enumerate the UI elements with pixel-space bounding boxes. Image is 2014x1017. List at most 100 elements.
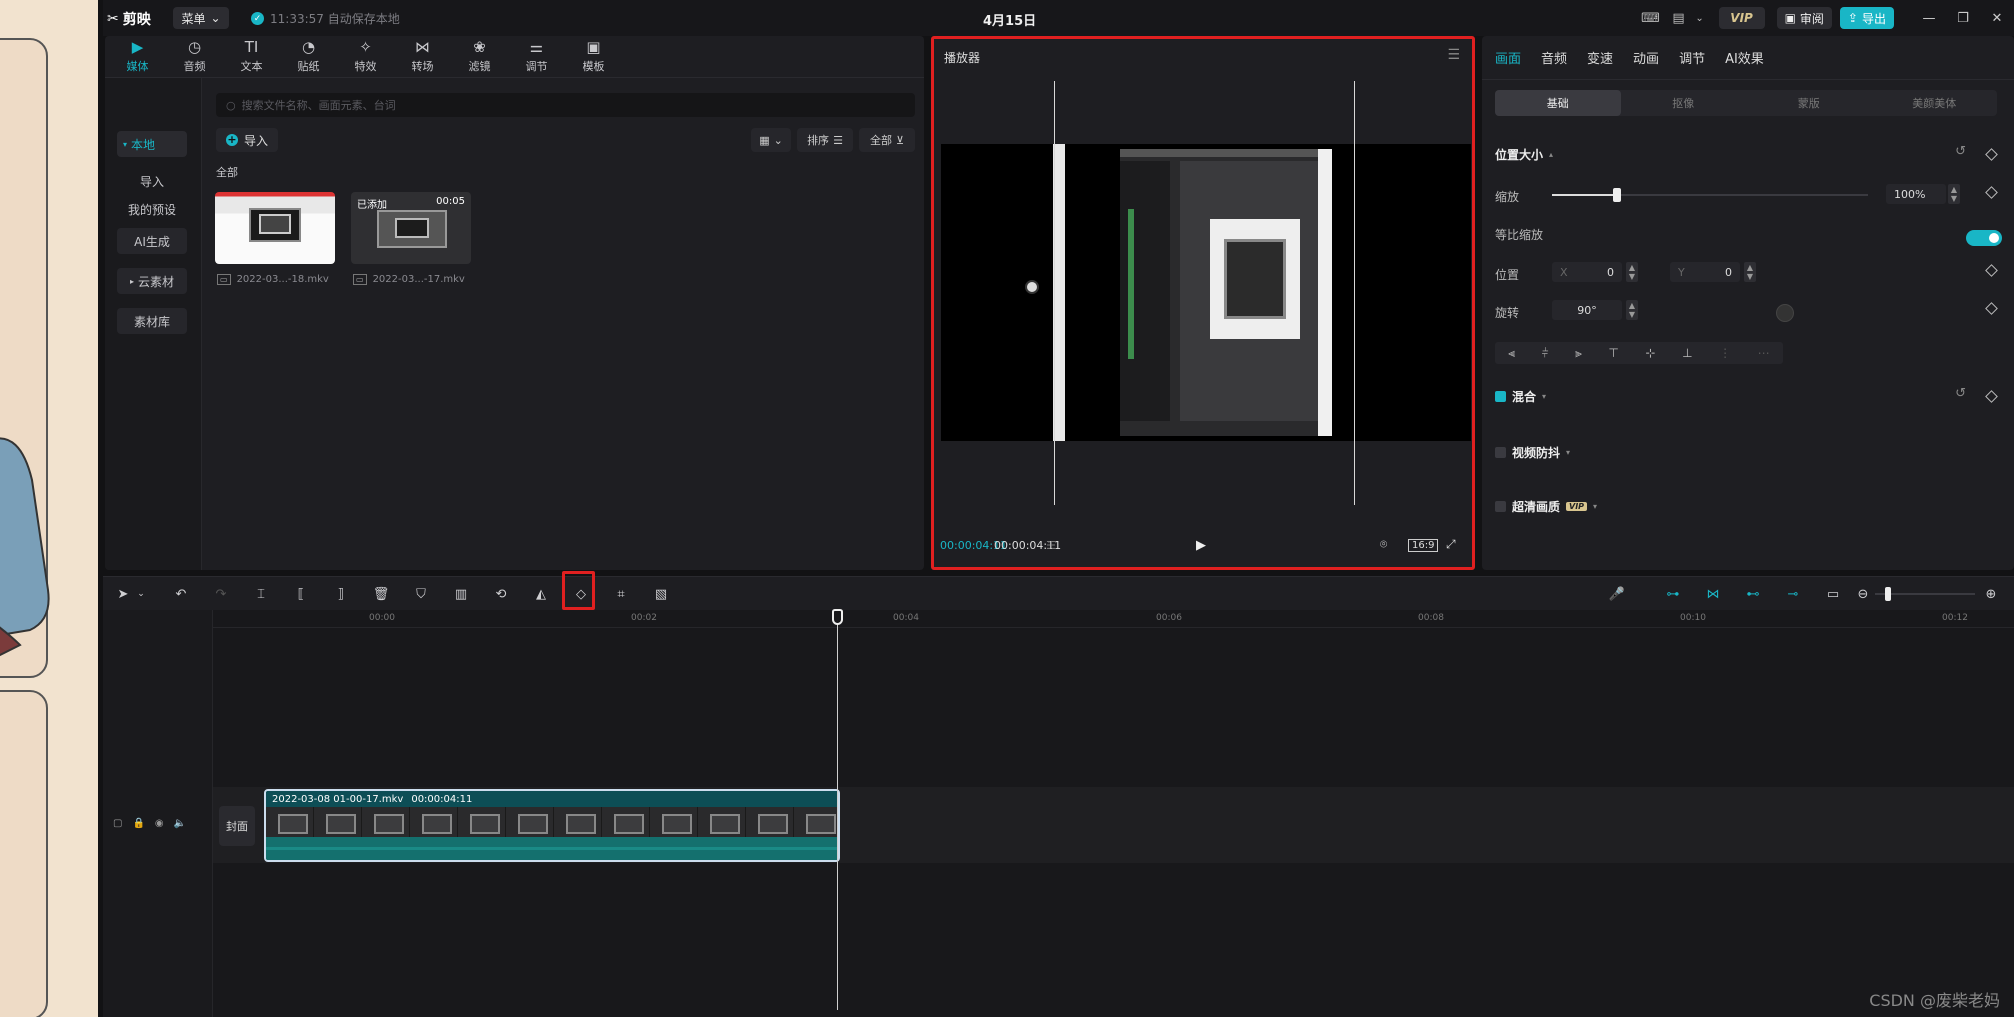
crop-icon[interactable]: ⌗ [611,585,631,603]
crop-guide-line[interactable] [1054,81,1055,505]
undo-icon[interactable]: ↶ [171,585,191,603]
subtab-mask[interactable]: 蒙版 [1746,90,1872,116]
align-right-icon[interactable]: ⫸ [1575,346,1582,361]
filter-button[interactable]: 全部 ⊻ [859,128,915,152]
scale-stepper[interactable]: ▲ ▼ [1948,184,1960,204]
tab-sticker[interactable]: ◔ 贴纸 [280,36,337,78]
align-top-icon[interactable]: ⊤ [1608,346,1618,360]
close-icon[interactable]: ✕ [1980,11,2014,26]
restore-icon[interactable]: ❐ [1946,11,1980,26]
section-position-size[interactable]: 位置大小 ▴ [1495,146,1553,163]
image-adjust-icon[interactable]: ▧ [651,585,671,603]
delete-icon[interactable]: 🗑 [371,585,391,603]
chevron-down-icon[interactable]: ⌄ [1693,7,1707,29]
align-bottom-icon[interactable]: ⊥ [1682,346,1692,360]
keyframe-icon[interactable] [1985,302,1998,315]
tab-transition[interactable]: ⋈ 转场 [394,36,451,78]
media-clip-thumbnail[interactable] [215,192,335,264]
preview-axis-icon[interactable]: ⊸ [1783,585,1803,603]
zoom-out-icon[interactable]: ⊖ [1853,585,1873,603]
split-left-icon[interactable]: ⟦ [291,585,311,603]
rotate-stepper[interactable]: ▲ ▼ [1626,300,1638,320]
sidebar-item-cloud[interactable]: ▸ 云素材 [117,268,187,294]
chevron-down-icon[interactable]: ⌄ [131,585,151,603]
sidebar-item-local[interactable]: ▾ 本地 [117,131,187,157]
search-input[interactable]: ○ 搜索文件名称、画面元素、台词 [216,93,915,117]
playhead[interactable] [837,610,838,1010]
rotate-handle-icon[interactable] [1025,280,1039,294]
track-toggle-icon[interactable]: ▢ [113,818,122,829]
mirror-icon[interactable]: ◭ [531,585,551,603]
section-blend[interactable]: 混合 ▾ [1495,388,1546,405]
position-y-input[interactable]: Y0 [1670,262,1740,282]
list-icon[interactable]: ☷ [1046,539,1056,552]
align-left-icon[interactable]: ⫷ [1508,346,1515,361]
linkage-icon[interactable]: ⊷ [1743,585,1763,603]
subtab-beauty[interactable]: 美颜美体 [1872,90,1998,116]
position-y-stepper[interactable]: ▲ ▼ [1744,262,1756,282]
import-button[interactable]: + 导入 [216,128,278,152]
auto-snap-icon[interactable]: ⋈ [1703,585,1723,603]
tab-text[interactable]: TI 文本 [223,36,280,78]
marker-icon[interactable]: ⛉ [411,585,431,603]
fullscreen-icon[interactable]: ⤢ [1446,537,1456,552]
layout-icon[interactable]: ▤ [1665,7,1693,29]
main-track-magnet-icon[interactable]: ⊶ [1663,585,1683,603]
keyframe-icon[interactable] [1985,390,1998,403]
section-hd[interactable]: 超清画质 VIP ▾ [1495,498,1597,515]
align-middle-icon[interactable]: ⊹ [1645,346,1655,360]
tab-animation[interactable]: 动画 [1633,48,1659,67]
keyboard-icon[interactable]: ⌨ [1637,7,1665,29]
keyframe-icon[interactable] [1985,148,1998,161]
playhead-handle[interactable] [832,609,843,625]
sidebar-item-import[interactable]: 导入 [117,168,187,194]
tab-effects[interactable]: ✧ 特效 [337,36,394,78]
tab-audio[interactable]: ◷ 音频 [166,36,223,78]
menu-button[interactable]: 菜单 ⌄ [173,7,229,29]
redo-icon[interactable]: ↷ [211,585,231,603]
scale-input[interactable]: 100% [1886,184,1946,204]
keyframe-icon[interactable] [1985,186,1998,199]
play-icon[interactable]: ▶ [1196,538,1206,553]
reverse-icon[interactable]: ⟲ [491,585,511,603]
uniform-scale-toggle[interactable] [1966,230,2002,246]
zoom-slider[interactable] [1875,587,1975,601]
checkbox[interactable] [1495,391,1506,402]
project-title[interactable]: 4月15日 [983,10,1036,29]
crop-guide-line[interactable] [1354,81,1355,505]
checkbox[interactable] [1495,447,1506,458]
reset-icon[interactable]: ↺ [1955,386,1966,401]
timeline-clip[interactable]: 2022-03-08 01-00-17.mkv 00:00:04:11 [264,789,840,862]
position-x-stepper[interactable]: ▲ ▼ [1626,262,1638,282]
scale-slider[interactable] [1552,188,1868,202]
tab-template[interactable]: ▣ 模板 [565,36,622,78]
tab-speed[interactable]: 变速 [1587,48,1613,67]
lock-icon[interactable]: 🔒 [132,818,144,829]
time-ruler[interactable]: 00:00 00:02 00:04 00:06 00:08 00:10 00:1… [213,610,2014,628]
split-right-icon[interactable]: ⟧ [331,585,351,603]
split-icon[interactable]: ⌶ [251,585,271,603]
eye-icon[interactable]: ◉ [155,818,164,829]
keyframe-icon[interactable] [1985,264,1998,277]
tab-filter[interactable]: ❀ 滤镜 [451,36,508,78]
checkbox[interactable] [1495,501,1506,512]
tab-audio[interactable]: 音频 [1541,48,1567,67]
sidebar-item-presets[interactable]: 我的预设 [117,196,187,222]
sidebar-item-library[interactable]: 素材库 [117,308,187,334]
export-button[interactable]: ⇪ 导出 [1839,7,1894,29]
tab-adjust[interactable]: ⚌ 调节 [508,36,565,78]
caption-icon[interactable]: ▭ [1823,585,1843,603]
zoom-knob[interactable] [1885,587,1891,601]
sort-button[interactable]: 排序 ☰ [797,128,853,152]
subtab-cutout[interactable]: 抠像 [1621,90,1747,116]
subtab-basic[interactable]: 基础 [1495,90,1621,116]
tab-adjust[interactable]: 调节 [1679,48,1705,67]
rotate-input[interactable]: 90° [1552,300,1622,320]
select-tool-icon[interactable]: ➤ [113,585,133,603]
reset-icon[interactable]: ↺ [1955,144,1966,159]
media-clip-thumbnail[interactable]: 已添加 00:05 [351,192,471,264]
position-x-input[interactable]: X0 [1552,262,1622,282]
tab-ai-effects[interactable]: AI效果 [1725,48,1764,67]
minimize-icon[interactable]: — [1912,11,1946,26]
vip-button[interactable]: VIP [1718,7,1765,29]
